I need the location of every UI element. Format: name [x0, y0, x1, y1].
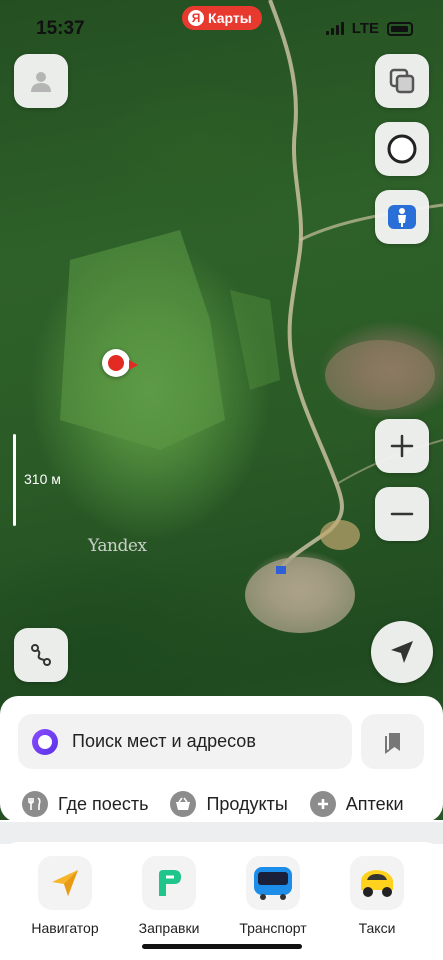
bookmarks-button[interactable] — [361, 714, 424, 769]
scale-label: 310 м — [24, 471, 61, 487]
category-pharmacy[interactable]: Аптеки — [309, 791, 404, 817]
plus-icon — [390, 434, 414, 458]
category-label: Где поесть — [58, 793, 149, 814]
category-food[interactable]: Где поесть — [22, 791, 148, 817]
service-navigator[interactable]: Навигатор — [20, 856, 110, 936]
yandex-logo-icon: Я — [188, 10, 204, 26]
fork-knife-icon — [22, 791, 48, 817]
sheet-divider — [0, 822, 443, 844]
plus-icon — [309, 791, 336, 817]
profile-button[interactable] — [14, 54, 68, 108]
panorama-button[interactable] — [375, 190, 429, 244]
navigator-icon — [38, 856, 92, 910]
service-label: Транспорт — [239, 920, 307, 936]
user-icon — [31, 72, 51, 92]
bookmarks-icon — [384, 732, 400, 754]
network-type: LTE — [351, 20, 379, 37]
service-fuel[interactable]: Заправки — [124, 856, 214, 936]
status-time: 15:37 — [36, 18, 85, 39]
search-placeholder[interactable]: Поиск мест и адресов — [72, 731, 256, 752]
yandex-watermark: Yandex — [88, 536, 147, 556]
category-groceries[interactable]: Продукты — [170, 791, 288, 817]
zoom-out-button[interactable] — [375, 487, 429, 541]
alice-icon[interactable] — [32, 728, 58, 755]
panorama-person-icon — [388, 205, 416, 229]
signal-icon — [325, 22, 344, 35]
service-label: Навигатор — [31, 920, 99, 936]
search-bar[interactable]: Поиск мест и адресов — [18, 714, 352, 769]
taxi-icon — [350, 856, 404, 910]
bus-icon — [246, 856, 300, 910]
services-bar: Навигатор Заправки Транспорт Такси — [0, 842, 443, 960]
location-pin-icon[interactable] — [102, 349, 130, 377]
layers-icon — [389, 68, 415, 94]
fuel-icon — [142, 856, 196, 910]
status-indicators: LTE — [325, 20, 413, 37]
bottom-sheet: Поиск мест и адресов Где поесть Продукты… — [0, 696, 443, 822]
service-label: Заправки — [138, 920, 200, 936]
service-transport[interactable]: Транспорт — [228, 856, 318, 936]
battery-icon — [387, 21, 413, 36]
home-indicator[interactable] — [142, 944, 302, 949]
my-location-button[interactable] — [371, 621, 433, 683]
layers-button[interactable] — [375, 54, 429, 108]
scale-bar — [13, 434, 16, 526]
heading-arrow-icon — [129, 360, 138, 370]
app-indicator-pill[interactable]: Я Карты — [182, 6, 262, 30]
basket-icon — [170, 791, 197, 817]
alice-button[interactable] — [375, 122, 429, 176]
alice-ring-icon — [387, 134, 417, 164]
app-name: Карты — [208, 10, 252, 26]
category-chips: Где поесть Продукты Аптеки — [22, 791, 404, 817]
location-arrow-icon — [391, 641, 413, 663]
category-label: Продукты — [206, 793, 288, 814]
service-label: Такси — [358, 920, 396, 936]
minus-icon — [390, 512, 414, 516]
route-button[interactable] — [14, 628, 68, 682]
route-icon — [31, 644, 51, 666]
service-taxi[interactable]: Такси — [332, 856, 422, 936]
category-label: Аптеки — [345, 793, 404, 814]
zoom-in-button[interactable] — [375, 419, 429, 473]
